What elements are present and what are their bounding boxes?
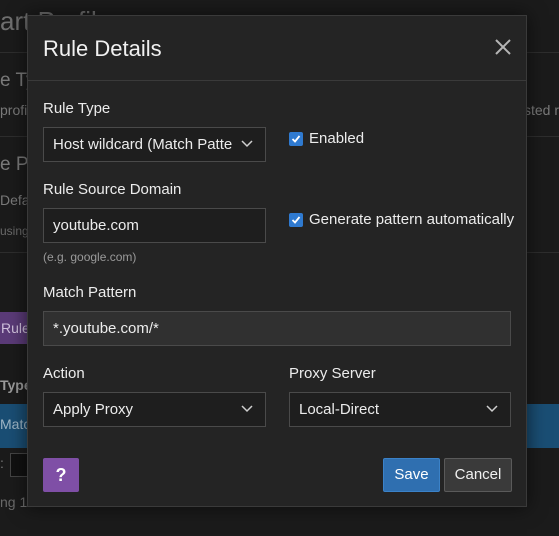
chevron-down-icon	[241, 405, 253, 413]
action-value: Apply Proxy	[53, 401, 134, 418]
action-select[interactable]: Apply Proxy	[43, 392, 266, 427]
help-button[interactable]: ?	[43, 458, 79, 492]
chevron-down-icon	[486, 405, 498, 413]
section-text: Defa	[0, 192, 30, 208]
cancel-button[interactable]: Cancel	[444, 458, 512, 492]
enabled-label: Enabled	[309, 130, 365, 147]
section-text: profi	[0, 102, 28, 118]
table-cell: Matc	[0, 416, 31, 432]
source-domain-hint: (e.g. google.com)	[43, 250, 137, 264]
section-small-text: using	[0, 224, 29, 238]
rule-type-value: Host wildcard (Match Patte	[53, 136, 233, 153]
dialog-title: Rule Details	[43, 36, 162, 61]
section-text-right: sted r	[523, 102, 559, 118]
source-domain-label: Rule Source Domain	[43, 181, 182, 198]
checkbox-checked-icon	[289, 131, 303, 146]
match-pattern-label: Match Pattern	[43, 284, 137, 301]
proxy-server-label: Proxy Server	[289, 365, 376, 382]
rule-type-select[interactable]: Host wildcard (Match Patte	[43, 127, 266, 162]
dialog-header: Rule Details	[28, 16, 526, 81]
match-pattern-input[interactable]: *.youtube.com/*	[43, 311, 511, 346]
close-button[interactable]	[490, 34, 516, 60]
generate-pattern-label: Generate pattern automatically	[309, 211, 515, 228]
chevron-down-icon	[241, 140, 253, 148]
pager-label: :	[0, 455, 4, 471]
checkbox-checked-icon	[289, 212, 303, 227]
save-button[interactable]: Save	[383, 458, 440, 492]
action-label: Action	[43, 365, 85, 382]
proxy-server-value: Local-Direct	[299, 401, 380, 418]
rule-type-label: Rule Type	[43, 100, 111, 117]
rule-details-dialog: Rule Details Rule Type Host wildcard (Ma…	[27, 15, 527, 507]
enabled-checkbox[interactable]: Enabled	[289, 130, 364, 147]
proxy-server-select[interactable]: Local-Direct	[289, 392, 511, 427]
close-icon	[495, 39, 511, 55]
source-domain-input[interactable]: youtube.com	[43, 208, 266, 243]
generate-pattern-checkbox[interactable]: Generate pattern automatically	[289, 211, 514, 228]
